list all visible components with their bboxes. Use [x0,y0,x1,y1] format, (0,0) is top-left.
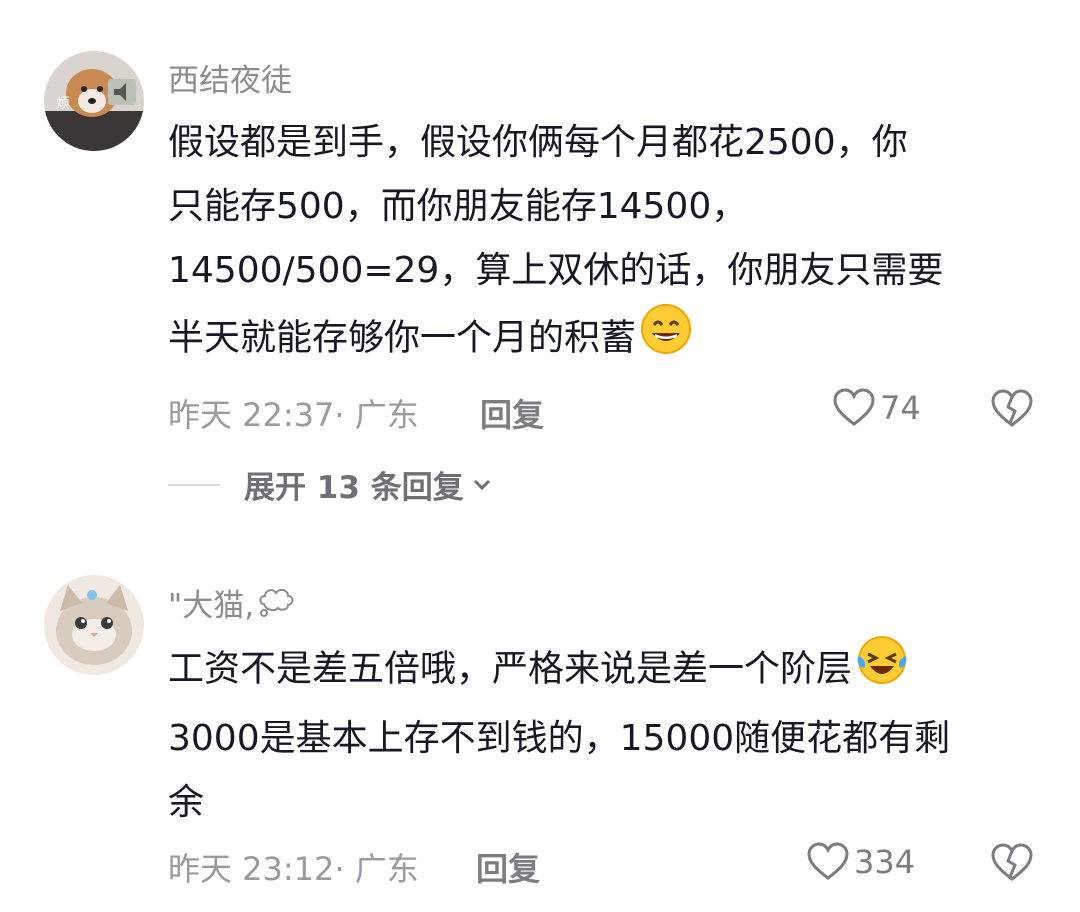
comment-username: "大猫, [168,588,255,624]
comment-line: 只能存500，而你朋友能存14500， [168,186,748,227]
laughing-crying-emoji [856,634,908,707]
comment-time-location: 昨天 22:37· 广东 [168,396,419,434]
dislike-button[interactable] [990,843,1034,887]
comment-username-row[interactable]: "大猫, [168,580,296,625]
comment-text: 假设都是到手，假设你俩每个月都花2500，你 只能存500，而你朋友能存1450… [168,111,1048,376]
avatar-badge: 烦 [56,96,70,112]
divider [168,483,220,486]
avatar[interactable] [44,575,144,675]
heart-outline-icon [833,388,875,426]
comment-username[interactable]: 西结夜徒 [168,55,292,100]
like-button[interactable]: 334 [806,842,915,882]
comment-line: 半天就能存够你一个月的积蓄 [168,317,637,359]
expand-replies-label: 展开 13 条回复 [244,470,464,506]
thought-bubble-icon [259,588,294,617]
like-count: 334 [854,843,916,881]
comment-line: 14500/500=29，算上双休的话，你朋友只需要 [168,250,944,291]
expand-replies-button[interactable]: 展开 13 条回复 [168,462,492,507]
dislike-button[interactable] [990,389,1034,433]
comment-time-location: 昨天 23:12· 广东 [168,850,419,888]
like-button[interactable]: 74 [832,388,921,428]
like-count: 74 [880,389,921,427]
comment-line: 余 [168,782,205,823]
reply-button[interactable]: 回复 [476,844,540,890]
heart-outline-icon [807,842,849,880]
comment-line: 3000是基本上存不到钱的，15000随便花都有剩 [168,718,951,759]
chevron-down-icon [473,479,490,490]
comment-line: 工资不是差五倍哦，严格来说是差一个阶层 [168,648,853,690]
broken-heart-icon [991,389,1033,427]
comment-line: 假设都是到手，假设你俩每个月都花2500，你 [168,122,908,163]
comment-text: 工资不是差五倍哦，严格来说是差一个阶层 3000是基本上存不到钱的，15000随… [168,634,1048,835]
broken-heart-icon [991,843,1033,881]
avatar[interactable]: 烦 [44,51,144,151]
grinning-squint-emoji [640,303,692,376]
reply-button[interactable]: 回复 [480,390,544,436]
